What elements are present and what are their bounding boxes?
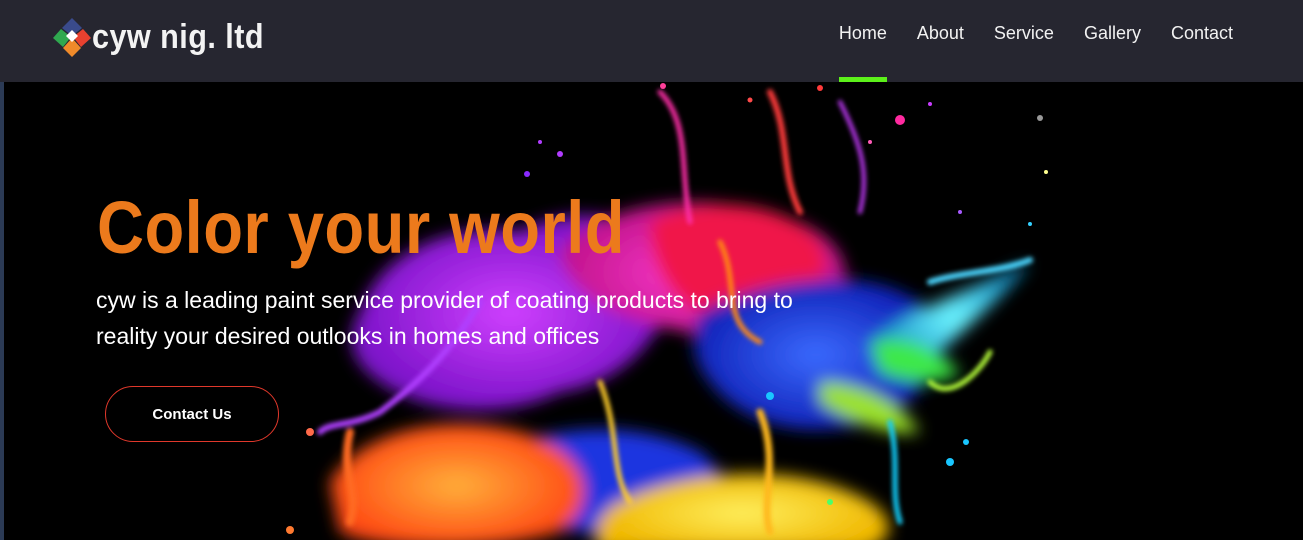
- hero-section: Color your world cyw is a leading paint …: [0, 82, 1303, 540]
- nav-item-label: Gallery: [1083, 23, 1141, 43]
- brand-link[interactable]: cyw nig. ltd: [52, 14, 283, 60]
- hero-description: cyw is a leading paint service provider …: [96, 287, 793, 349]
- nav-item-gallery[interactable]: Gallery: [1084, 0, 1141, 82]
- nav-item-label: Contact: [1170, 23, 1233, 43]
- nav-item-label: About: [916, 23, 964, 43]
- diamond-logo-icon: [53, 18, 91, 57]
- nav-item-label: Home: [838, 23, 887, 43]
- nav-item-service[interactable]: Service: [994, 0, 1054, 82]
- nav-item-label: Service: [993, 23, 1054, 43]
- contact-us-button[interactable]: Contact Us: [105, 386, 279, 442]
- hero-title: Color your world: [97, 186, 625, 269]
- nav-item-home[interactable]: Home: [838, 0, 887, 82]
- nav-item-about[interactable]: About: [917, 0, 964, 82]
- page: cyw nig. ltd Home About Service Gallery …: [0, 0, 1303, 540]
- main-nav: Home About Service Gallery Contact: [809, 0, 1233, 82]
- brand-name: cyw nig. ltd: [92, 17, 265, 56]
- navbar: cyw nig. ltd Home About Service Gallery …: [0, 0, 1303, 82]
- nav-item-contact[interactable]: Contact: [1171, 0, 1233, 82]
